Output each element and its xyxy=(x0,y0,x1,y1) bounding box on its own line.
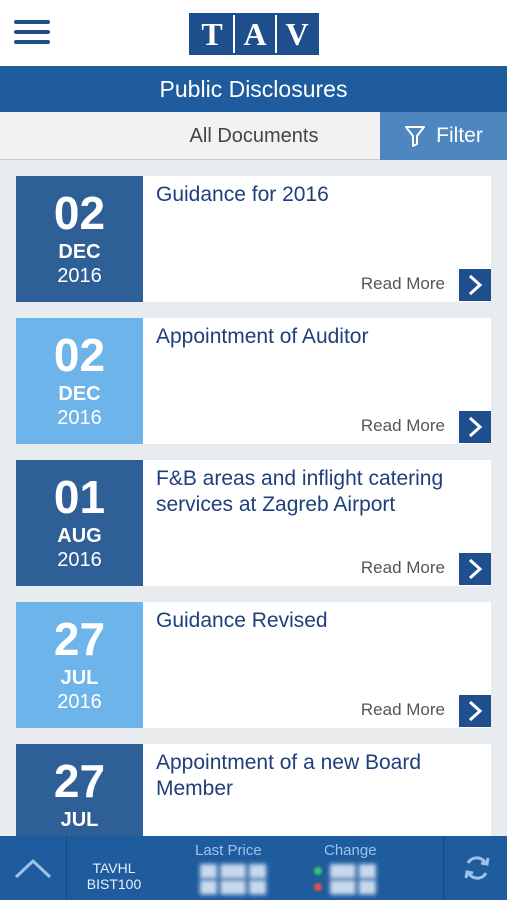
last-price-value-blurred: ██ ███ ██ xyxy=(200,864,267,878)
logo-letter: A xyxy=(233,15,275,53)
disclosure-card[interactable]: 02 DEC 2016 Guidance for 2016 Read More xyxy=(16,176,491,302)
filter-button[interactable]: Filter xyxy=(380,112,507,160)
logo-letter: T xyxy=(191,15,233,53)
date-month: JUL xyxy=(60,667,99,689)
date-year: 2016 xyxy=(57,265,102,287)
change-down-indicator xyxy=(314,883,322,891)
funnel-icon xyxy=(405,126,426,147)
ticker-symbols: TAVHL BIST100 xyxy=(72,860,156,892)
change-up-indicator xyxy=(314,867,322,875)
disclosure-card[interactable]: 01 AUG 2016 F&B areas and inflight cater… xyxy=(16,460,491,586)
disclosure-title[interactable]: Appointment of a new Board Member xyxy=(156,750,481,802)
read-more-button[interactable] xyxy=(459,411,491,443)
date-month: DEC xyxy=(58,383,101,405)
chevron-right-icon xyxy=(468,274,483,296)
stock-ticker-bar: TAVHL BIST100 Last Price Change ██ ███ █… xyxy=(0,836,507,900)
date-month: JUL xyxy=(60,809,99,831)
logo-letter: V xyxy=(275,15,317,53)
change-label: Change xyxy=(324,842,377,859)
date-block: 02 DEC 2016 xyxy=(16,176,143,302)
filter-label: Filter xyxy=(436,124,483,147)
chevron-right-icon xyxy=(468,558,483,580)
read-more-link[interactable]: Read More xyxy=(361,700,445,720)
date-year: 2016 xyxy=(57,549,102,571)
disclosure-list: 02 DEC 2016 Guidance for 2016 Read More … xyxy=(16,176,491,886)
refresh-icon xyxy=(464,856,489,880)
date-day: 27 xyxy=(53,755,106,807)
page-title: Public Disclosures xyxy=(0,66,507,112)
change-value-blurred: ███ ██ xyxy=(330,880,376,894)
date-month: DEC xyxy=(58,241,101,263)
chevron-right-icon xyxy=(468,416,483,438)
divider xyxy=(66,836,67,900)
disclosure-title[interactable]: Appointment of Auditor xyxy=(156,324,481,350)
all-documents-tab[interactable]: All Documents xyxy=(130,112,378,160)
ticker-symbol: TAVHL xyxy=(92,860,136,876)
disclosure-title[interactable]: Guidance Revised xyxy=(156,608,481,634)
read-more-link[interactable]: Read More xyxy=(361,558,445,578)
tav-logo: T A V xyxy=(189,13,319,55)
read-more-link[interactable]: Read More xyxy=(361,274,445,294)
chevron-up-icon xyxy=(14,858,52,879)
hamburger-icon[interactable] xyxy=(14,20,50,48)
last-price-label: Last Price xyxy=(195,842,262,859)
date-day: 01 xyxy=(53,471,106,523)
date-year: 2016 xyxy=(57,691,102,713)
date-day: 02 xyxy=(53,187,106,239)
disclosure-title[interactable]: F&B areas and inflight catering services… xyxy=(156,466,481,518)
read-more-button[interactable] xyxy=(459,695,491,727)
disclosure-title[interactable]: Guidance for 2016 xyxy=(156,182,481,208)
disclosure-card[interactable]: 27 JUL 2016 Guidance Revised Read More xyxy=(16,602,491,728)
change-value-blurred: ███ ██ xyxy=(330,864,376,878)
top-bar: T A V xyxy=(0,0,507,66)
read-more-link[interactable]: Read More xyxy=(361,416,445,436)
last-price-value-blurred: ██ ███ ██ xyxy=(200,880,267,894)
date-month: AUG xyxy=(57,525,102,547)
date-block: 02 DEC 2016 xyxy=(16,318,143,444)
disclosure-card[interactable]: 02 DEC 2016 Appointment of Auditor Read … xyxy=(16,318,491,444)
ticker-symbol: BIST100 xyxy=(86,876,142,892)
scroll-up-button[interactable] xyxy=(0,836,66,900)
filter-bar: All Documents Filter xyxy=(0,112,507,160)
date-block: 27 JUL 2016 xyxy=(16,602,143,728)
read-more-button[interactable] xyxy=(459,269,491,301)
date-day: 27 xyxy=(53,613,106,665)
date-day: 02 xyxy=(53,329,106,381)
read-more-button[interactable] xyxy=(459,553,491,585)
date-block: 01 AUG 2016 xyxy=(16,460,143,586)
divider xyxy=(443,836,444,900)
chevron-right-icon xyxy=(468,700,483,722)
date-year: 2016 xyxy=(57,407,102,429)
refresh-button[interactable] xyxy=(446,836,507,900)
